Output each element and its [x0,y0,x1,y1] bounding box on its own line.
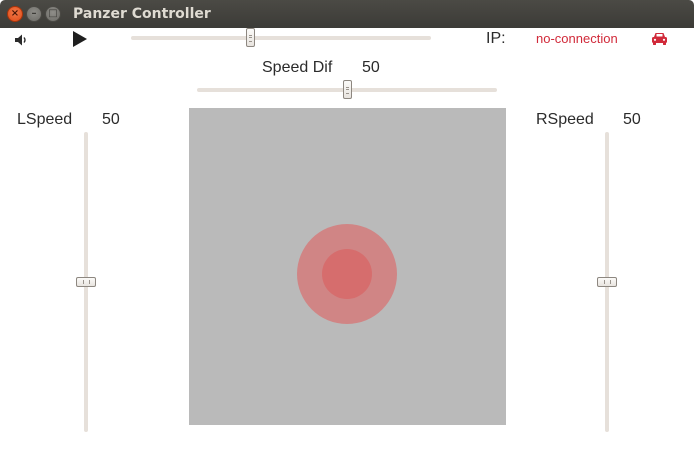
joystick-knob-outer[interactable] [297,224,397,324]
joystick-pad[interactable] [189,108,506,425]
volume-slider-track[interactable] [131,36,431,40]
lspeed-slider-handle[interactable] [76,277,96,287]
window-title: Panzer Controller [73,6,211,22]
volume-slider-handle[interactable] [246,28,255,47]
joystick-knob-inner[interactable] [322,249,372,299]
rspeed-slider-handle[interactable] [597,277,617,287]
rspeed-value: 50 [623,111,641,128]
car-icon[interactable] [651,31,668,50]
ip-label: IP: [486,30,506,47]
speaker-icon[interactable] [14,32,28,51]
speed-dif-value: 50 [362,59,380,76]
lspeed-value: 50 [102,111,120,128]
connection-status: no-connection [536,31,618,46]
lspeed-label: LSpeed [17,111,73,128]
speed-dif-label: Speed Dif [262,59,333,76]
close-window-button[interactable]: × [7,6,23,22]
maximize-window-button[interactable]: □ [45,6,61,22]
minimize-window-button[interactable]: – [26,6,42,22]
speed-dif-slider-handle[interactable] [343,80,352,99]
title-bar: × – □ Panzer Controller [0,0,694,28]
rspeed-label: RSpeed [536,111,594,128]
play-icon[interactable] [72,30,88,52]
app-window: × – □ Panzer Controller IP: no-connectio… [0,0,694,463]
